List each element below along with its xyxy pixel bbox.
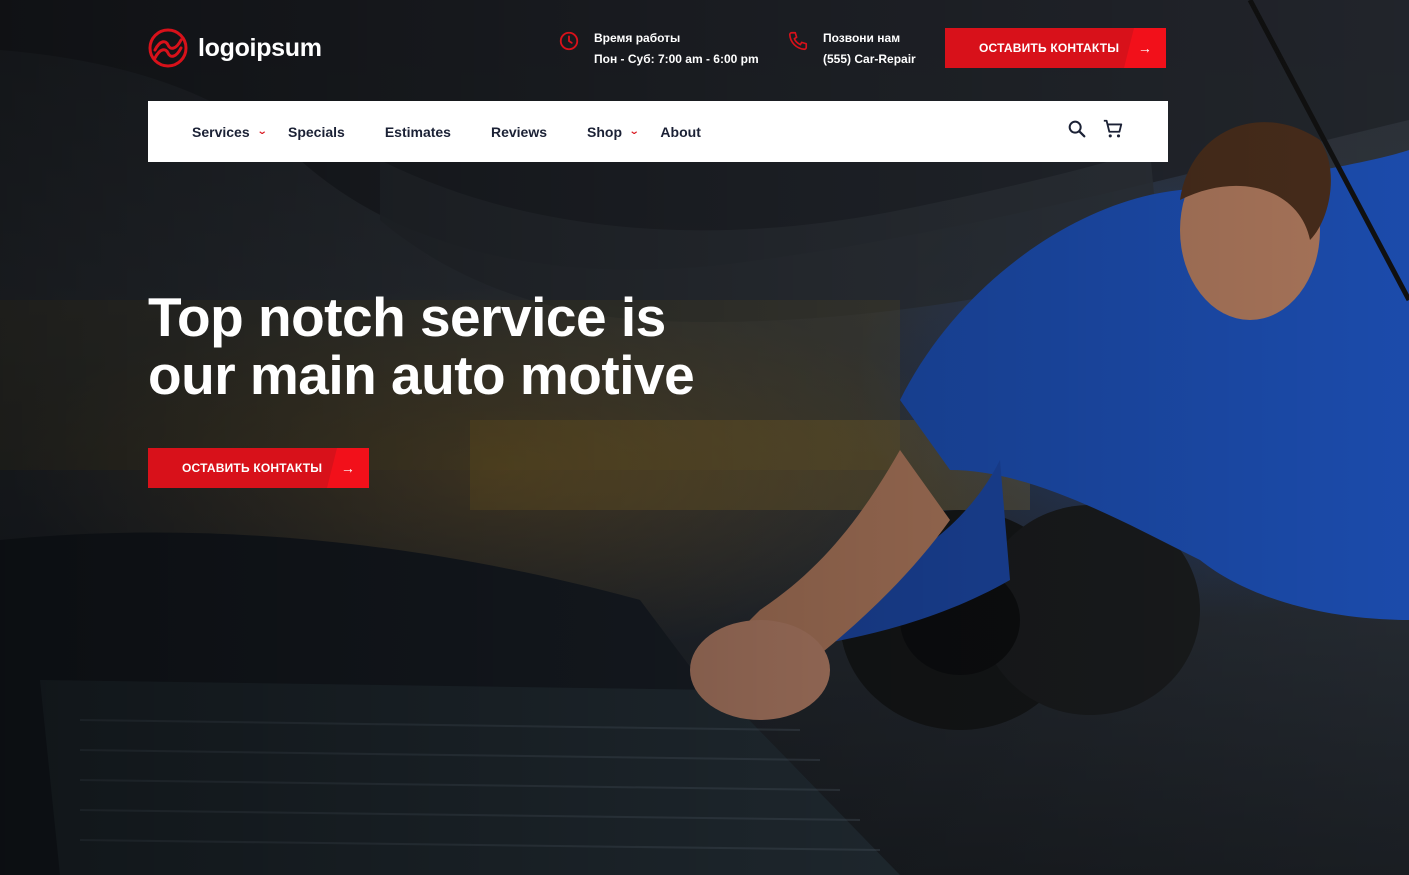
- arrow-right-icon: →: [1124, 28, 1166, 68]
- logo-mark-icon: [148, 28, 188, 68]
- hero-title: Top notch service is our main auto motiv…: [148, 288, 768, 404]
- logo-text: logoipsum: [198, 33, 322, 62]
- hours-value: Пон - Суб: 7:00 am - 6:00 pm: [594, 52, 759, 66]
- phone-label: Позвони нам: [823, 31, 901, 45]
- leave-contacts-button-hero[interactable]: ОСТАВИТЬ КОНТАКТЫ →: [148, 448, 369, 488]
- leave-contacts-button-header[interactable]: ОСТАВИТЬ КОНТАКТЫ →: [945, 28, 1166, 68]
- nav-item-specials[interactable]: Specials: [288, 124, 345, 140]
- nav-item-shop[interactable]: Shop ⌄: [587, 123, 640, 140]
- chevron-down-icon: ⌄: [628, 126, 640, 137]
- search-icon[interactable]: [1066, 118, 1088, 140]
- main-navigation: Services ⌄ Specials Estimates Reviews Sh…: [148, 101, 1168, 162]
- chevron-down-icon: ⌄: [256, 126, 268, 137]
- nav-tools: [1066, 118, 1124, 140]
- phone-number[interactable]: (555) Car-Repair: [823, 49, 916, 70]
- top-bar: logoipsum Время работы Пон - Суб: 7:00 a…: [148, 26, 1168, 72]
- nav-item-reviews[interactable]: Reviews: [491, 124, 547, 140]
- hours-label: Время работы: [594, 31, 681, 45]
- nav-item-label: Shop: [587, 123, 623, 140]
- nav-item-label: About: [660, 123, 701, 140]
- nav-item-label: Services: [192, 123, 250, 140]
- nav-item-about[interactable]: About: [660, 124, 700, 140]
- clock-icon: [559, 31, 579, 51]
- phone-info: Позвони нам (555) Car-Repair: [787, 28, 916, 70]
- nav-item-estimates[interactable]: Estimates: [385, 124, 451, 140]
- nav-item-label: Estimates: [384, 123, 451, 140]
- hero-title-line-1: Top notch service is: [148, 286, 666, 348]
- arrow-right-icon: →: [327, 448, 369, 488]
- logo[interactable]: logoipsum: [148, 28, 322, 68]
- phone-icon: [788, 31, 808, 51]
- cart-icon[interactable]: [1102, 118, 1124, 140]
- nav-item-label: Reviews: [490, 123, 548, 140]
- hero-title-line-2: our main auto motive: [148, 344, 695, 406]
- nav-item-label: Specials: [288, 123, 345, 140]
- nav-item-services[interactable]: Services ⌄: [192, 123, 268, 140]
- working-hours: Время работы Пон - Суб: 7:00 am - 6:00 p…: [558, 28, 759, 70]
